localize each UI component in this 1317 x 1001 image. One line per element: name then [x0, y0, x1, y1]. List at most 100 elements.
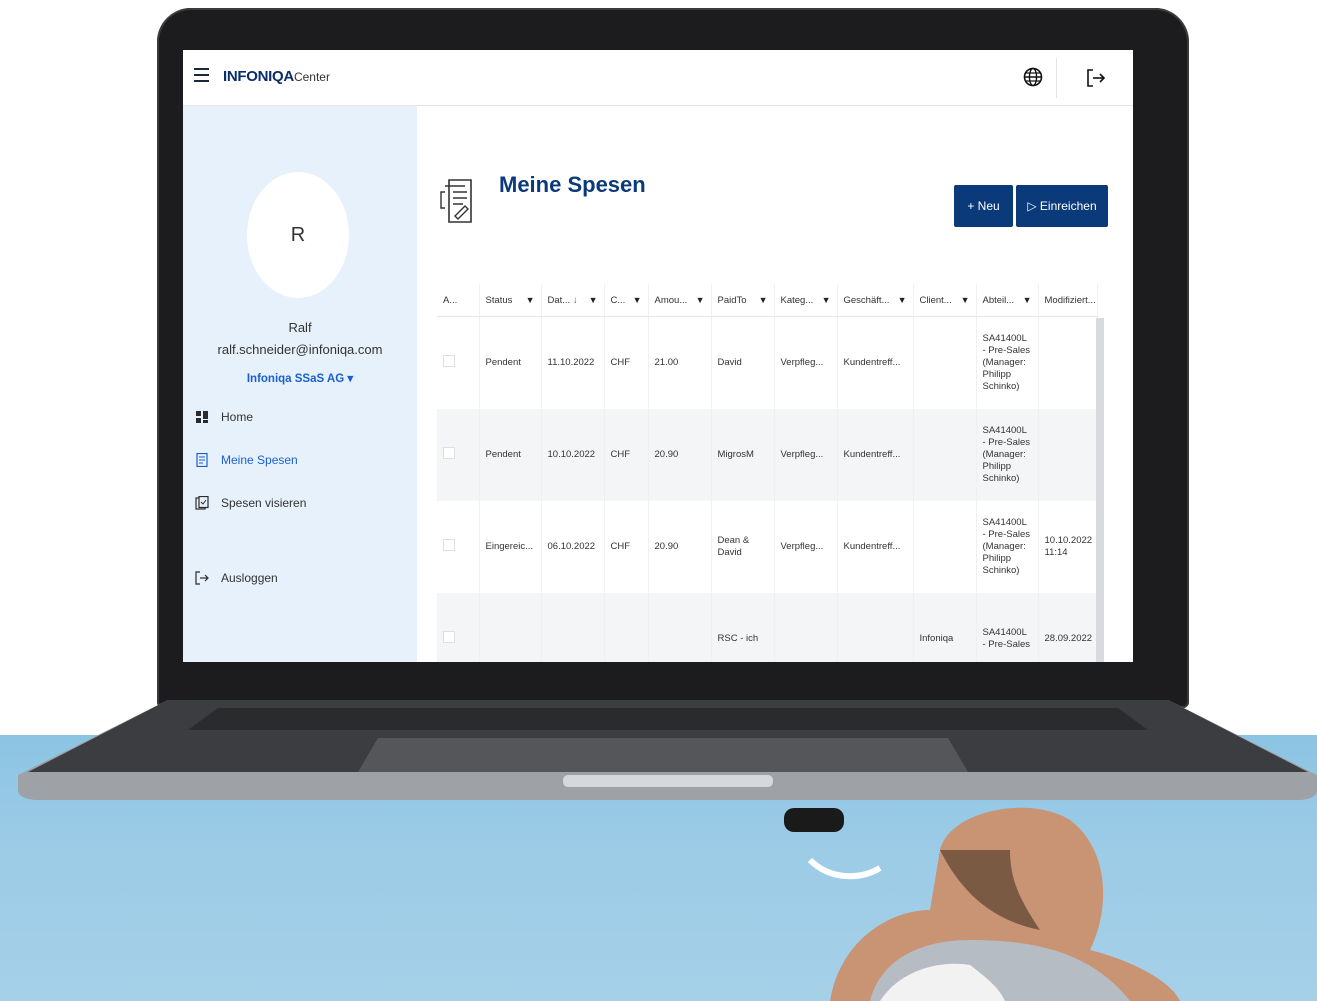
cell-date: [541, 593, 605, 662]
cell-amount: 21.00: [648, 316, 712, 409]
sidebar-item-label: Ausloggen: [221, 571, 278, 585]
filter-icon[interactable]: ▼: [898, 295, 907, 305]
user-name: Ralf: [288, 320, 312, 335]
approve-icon: [195, 496, 209, 510]
sidebar-item-label: Meine Spesen: [221, 453, 298, 467]
cell-department: SA41400L - Pre-Sales (Manager: Philipp S…: [976, 316, 1039, 409]
cell-date: 10.10.2022: [541, 409, 605, 501]
cell-category: Verpfleg...: [774, 409, 838, 501]
page-title: Meine Spesen: [499, 172, 646, 197]
avatar[interactable]: R: [247, 172, 349, 298]
column-header[interactable]: C... ▼: [604, 284, 649, 317]
app-screen: INFONIQACenter R Ralf ralf.schneider@inf…: [183, 50, 1133, 662]
filter-icon[interactable]: ▼: [1023, 295, 1032, 305]
menu-icon[interactable]: [194, 68, 209, 82]
home-icon: [196, 411, 208, 423]
column-header[interactable]: Kateg... ▼: [774, 284, 838, 317]
row-checkbox[interactable]: [443, 447, 455, 459]
row-checkbox[interactable]: [443, 355, 455, 367]
filter-icon[interactable]: ▼: [961, 295, 970, 305]
cell-paid-to: RSC - ich: [711, 593, 775, 662]
cell-business: [837, 593, 914, 662]
cell-currency: CHF: [604, 409, 649, 501]
cell-currency: [604, 593, 649, 662]
top-bar: INFONIQACenter: [183, 50, 1133, 106]
filter-icon[interactable]: ▼: [633, 295, 642, 305]
cell-modified: 28.09.2022: [1038, 593, 1098, 662]
cell-department: SA41400L - Pre-Sales (Manager: Philipp S…: [976, 409, 1039, 501]
cell-status: [479, 593, 542, 662]
brand-logo: INFONIQACenter: [223, 68, 330, 85]
cell-paid-to: David: [711, 316, 775, 409]
column-header[interactable]: Client... ▼: [913, 284, 977, 317]
sort-desc-icon: ↓: [572, 294, 578, 306]
cell-business: Kundentreff...: [837, 501, 914, 593]
cell-status: Pendent: [479, 316, 542, 409]
cell-modified: 10.10.2022 11:14: [1038, 501, 1098, 593]
cell-amount: [648, 593, 712, 662]
company-selector[interactable]: Infoniqa SSaS AG ▾: [183, 371, 417, 385]
cell-client: [913, 409, 977, 501]
cell-category: Verpfleg...: [774, 316, 838, 409]
filter-icon[interactable]: ▼: [526, 295, 535, 305]
submit-button[interactable]: ▷ Einreichen: [1016, 185, 1108, 227]
filter-icon[interactable]: ▼: [759, 295, 768, 305]
table-row[interactable]: RSC - ich Infoniqa SA41400L - Pre-Sales …: [437, 593, 1098, 662]
table-row[interactable]: Pendent 11.10.2022 CHF 21.00 David Verpf…: [437, 316, 1098, 409]
cell-category: [774, 593, 838, 662]
column-header[interactable]: Modifiziert...: [1038, 284, 1098, 317]
sidebar-item-ausloggen[interactable]: Ausloggen: [195, 571, 278, 585]
sidebar-item-label: Home: [221, 410, 254, 424]
logout-icon: [195, 571, 209, 585]
sidebar-item-spesen-visieren[interactable]: Spesen visieren: [195, 496, 306, 510]
column-header[interactable]: Status ▼: [479, 284, 542, 317]
cell-department: SA41400L - Pre-Sales: [976, 593, 1039, 662]
table-row[interactable]: Pendent 10.10.2022 CHF 20.90 MigrosM Ver…: [437, 409, 1098, 501]
cell-status: Pendent: [479, 409, 542, 501]
cell-currency: CHF: [604, 316, 649, 409]
cell-currency: CHF: [604, 501, 649, 593]
cell-date: 06.10.2022: [541, 501, 605, 593]
expense-icon: [196, 453, 208, 467]
cell-client: [913, 501, 977, 593]
cell-business: Kundentreff...: [837, 316, 914, 409]
column-header[interactable]: Amou... ▼: [648, 284, 712, 317]
user-email: ralf.schneider@infoniqa.com: [217, 342, 383, 357]
logout-icon[interactable]: [1085, 67, 1107, 89]
table-scrollbar[interactable]: [1096, 318, 1104, 662]
table-row[interactable]: Eingereic... 06.10.2022 CHF 20.90 Dean &…: [437, 501, 1098, 593]
column-header[interactable]: Abteil... ▼: [976, 284, 1039, 317]
sidebar-item-meine-spesen[interactable]: Meine Spesen: [195, 453, 298, 467]
column-header[interactable]: Dat... ↓ ▼: [541, 284, 605, 317]
filter-icon[interactable]: ▼: [589, 295, 598, 305]
sidebar-item-label: Spesen visieren: [221, 496, 307, 510]
cell-paid-to: MigrosM: [711, 409, 775, 501]
row-checkbox[interactable]: [443, 631, 455, 643]
cell-modified: [1038, 409, 1098, 501]
column-header[interactable]: A...: [437, 284, 480, 317]
sidebar-item-home[interactable]: Home: [195, 410, 253, 424]
globe-icon[interactable]: [1023, 67, 1043, 87]
filter-icon[interactable]: ▼: [696, 295, 705, 305]
cell-client: [913, 316, 977, 409]
cell-category: Verpfleg...: [774, 501, 838, 593]
new-button[interactable]: + Neu: [954, 185, 1013, 227]
main-content: Meine Spesen + Neu ▷ Einreichen A... Sta…: [417, 106, 1133, 662]
sidebar: R Ralf ralf.schneider@infoniqa.com Infon…: [183, 106, 417, 662]
row-checkbox[interactable]: [443, 539, 455, 551]
cell-client: Infoniqa: [913, 593, 977, 662]
cell-status: Eingereic...: [479, 501, 542, 593]
person-photo: [784, 807, 1180, 1001]
cell-department: SA41400L - Pre-Sales (Manager: Philipp S…: [976, 501, 1039, 593]
column-header[interactable]: PaidTo ▼: [711, 284, 775, 317]
cell-date: 11.10.2022: [541, 316, 605, 409]
cell-modified: [1038, 316, 1098, 409]
cell-amount: 20.90: [648, 409, 712, 501]
expenses-table: A... Status ▼ Dat... ↓ ▼ C... ▼ Amou... ▼ Pa…: [437, 284, 1098, 662]
filter-icon[interactable]: ▼: [822, 295, 831, 305]
column-header[interactable]: Geschäft... ▼: [837, 284, 914, 317]
laptop-base: [18, 700, 1317, 800]
toolbar-divider: [1056, 58, 1057, 98]
expense-report-icon: [440, 179, 472, 223]
cell-amount: 20.90: [648, 501, 712, 593]
